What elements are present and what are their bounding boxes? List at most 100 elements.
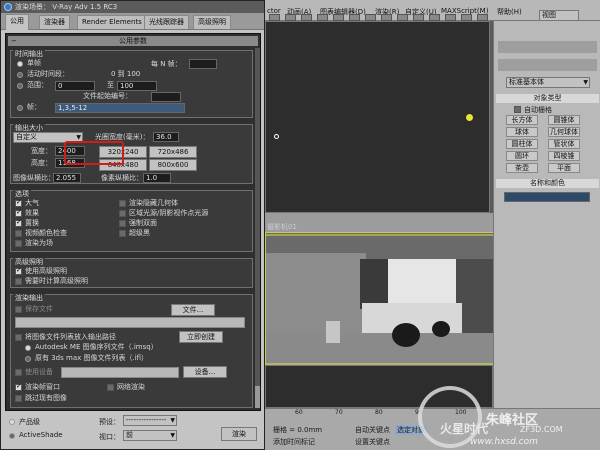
compute-adv-lighting-checkbox[interactable] bbox=[15, 278, 22, 285]
torus-button[interactable]: 圆环 bbox=[506, 151, 538, 161]
object-type-title[interactable]: 对象类型 bbox=[496, 94, 599, 103]
area-lights-checkbox[interactable] bbox=[119, 210, 126, 217]
super-black-checkbox[interactable] bbox=[119, 230, 126, 237]
create-now-button[interactable]: 立即创建 bbox=[179, 331, 223, 343]
video-check-checkbox[interactable] bbox=[15, 230, 22, 237]
tab-renderer[interactable]: 渲染器 bbox=[39, 15, 70, 29]
rollout-header[interactable]: − 公用参数 bbox=[8, 36, 258, 46]
watermark-url: ZF3D.COM bbox=[520, 425, 563, 434]
geosphere-button[interactable]: 几何球体 bbox=[548, 127, 580, 137]
toolbar-icon[interactable] bbox=[445, 14, 456, 21]
active-segment-radio[interactable] bbox=[17, 72, 23, 78]
aperture-field[interactable]: 36.0 bbox=[153, 132, 179, 142]
frames-radio[interactable] bbox=[17, 105, 23, 111]
preset-dropdown[interactable]: ---------------- ▼ bbox=[123, 415, 177, 426]
viewport-dropdown[interactable]: 前 ▼ bbox=[123, 430, 177, 441]
save-file-label: 保存文件 bbox=[25, 305, 53, 313]
range-to-field[interactable]: 100 bbox=[117, 81, 157, 91]
add-time-tag-label[interactable]: 添加时间标记 bbox=[273, 437, 315, 447]
atmosphere-checkbox[interactable] bbox=[15, 198, 22, 207]
camera-viewport[interactable] bbox=[265, 232, 494, 366]
single-frame-radio[interactable] bbox=[17, 61, 23, 67]
image-aspect-field[interactable]: 2.055 bbox=[53, 173, 81, 183]
displacement-checkbox[interactable] bbox=[15, 218, 22, 227]
time-output-group: 时间输出 单帧 每 N 帧： 活动时间段： 0 到 100 范围： 0 至 10… bbox=[10, 50, 253, 118]
range-from-field[interactable]: 0 bbox=[55, 81, 95, 91]
toolbar-icon[interactable] bbox=[477, 14, 488, 21]
name-color-title[interactable]: 名称和颜色 bbox=[496, 179, 599, 188]
toolbar-icon[interactable] bbox=[461, 14, 472, 21]
auto-grid-checkbox[interactable] bbox=[514, 106, 521, 113]
scrollbar[interactable] bbox=[255, 48, 260, 408]
plane-button[interactable]: 平面 bbox=[548, 163, 580, 173]
skip-existing-checkbox[interactable] bbox=[15, 395, 22, 402]
activeshade-radio[interactable] bbox=[9, 433, 15, 439]
legacy-ifl-radio[interactable] bbox=[25, 356, 31, 362]
tab-raytracer[interactable]: 光线跟踪器 bbox=[144, 15, 189, 29]
object-name-field[interactable] bbox=[504, 192, 590, 202]
sphere-button[interactable]: 球体 bbox=[506, 127, 538, 137]
top-viewport[interactable] bbox=[265, 21, 490, 213]
range-radio[interactable] bbox=[17, 83, 23, 89]
toolbar-icon[interactable] bbox=[429, 14, 440, 21]
render-hidden-checkbox[interactable] bbox=[119, 200, 126, 207]
create-category-icons[interactable] bbox=[498, 59, 597, 71]
options-title: 选项 bbox=[13, 190, 31, 198]
box-button[interactable]: 长方体 bbox=[506, 115, 538, 125]
toolbar-icon[interactable] bbox=[301, 14, 312, 21]
image-aspect-label: 图像纵横比： bbox=[13, 174, 55, 182]
files-button[interactable]: 文件... bbox=[171, 304, 215, 316]
set-key-button[interactable]: 设置关键点 bbox=[355, 437, 390, 447]
preset-720x486-button[interactable]: 720x486 bbox=[149, 146, 197, 158]
output-path-field[interactable] bbox=[15, 317, 245, 328]
teapot-button[interactable]: 茶壶 bbox=[506, 163, 538, 173]
cylinder-button[interactable]: 圆柱体 bbox=[506, 139, 538, 149]
render-scene-dialog: 渲染场景： V-Ray Adv 1.5 RC3 公用 渲染器 Render El… bbox=[0, 0, 265, 450]
width-height-highlight bbox=[64, 141, 124, 165]
viewport-label: 视口： bbox=[99, 433, 120, 441]
tab-advanced-lighting[interactable]: 高级照明 bbox=[193, 15, 231, 29]
toolbar-icon[interactable] bbox=[285, 14, 296, 21]
autodesk-me-radio[interactable] bbox=[25, 345, 31, 351]
command-tabs[interactable] bbox=[498, 41, 597, 53]
production-radio[interactable] bbox=[9, 419, 15, 425]
scrollbar-thumb[interactable] bbox=[255, 386, 260, 408]
toolbar-icon[interactable] bbox=[317, 14, 328, 21]
preset-800x600-button[interactable]: 800x600 bbox=[149, 159, 197, 171]
devices-button[interactable]: 设备... bbox=[183, 366, 227, 378]
toolbar-icon[interactable] bbox=[413, 14, 424, 21]
toolbar-icon[interactable] bbox=[381, 14, 392, 21]
auto-key-button[interactable]: 自动关键点 bbox=[355, 425, 390, 435]
view-dropdown[interactable]: 视图 bbox=[539, 10, 579, 21]
toolbar-icon[interactable] bbox=[333, 14, 344, 21]
net-render-checkbox[interactable] bbox=[107, 384, 114, 391]
primitive-type-dropdown[interactable]: 标准基本体 ▼ bbox=[506, 77, 590, 88]
render-fields-checkbox[interactable] bbox=[15, 240, 22, 247]
primitive-type-value: 标准基本体 bbox=[509, 78, 544, 86]
frames-field[interactable]: 1,3,5-12 bbox=[55, 103, 185, 113]
pyramid-button[interactable]: 四棱锥 bbox=[548, 151, 580, 161]
use-device-checkbox[interactable] bbox=[15, 369, 22, 376]
every-n-field[interactable] bbox=[189, 59, 217, 69]
save-file-checkbox[interactable] bbox=[15, 306, 22, 313]
use-adv-lighting-checkbox[interactable] bbox=[15, 266, 22, 275]
render-button[interactable]: 渲染 bbox=[221, 427, 257, 441]
menu-help[interactable]: 帮助(H) bbox=[497, 7, 522, 17]
force-2sided-checkbox[interactable] bbox=[119, 220, 126, 227]
toolbar-icon[interactable] bbox=[349, 14, 360, 21]
toolbar-icon[interactable] bbox=[397, 14, 408, 21]
device-field[interactable] bbox=[61, 367, 179, 378]
frame-window-checkbox[interactable] bbox=[15, 382, 22, 391]
file-start-field[interactable] bbox=[151, 92, 181, 102]
toolbar-icon[interactable] bbox=[365, 14, 376, 21]
grid-size-label: 栅格 = 0.0mm bbox=[273, 426, 323, 434]
cone-button[interactable]: 圆锥体 bbox=[548, 115, 580, 125]
pixel-aspect-field[interactable]: 1.0 bbox=[143, 173, 171, 183]
effects-checkbox[interactable] bbox=[15, 208, 22, 217]
tube-button[interactable]: 管状体 bbox=[548, 139, 580, 149]
tab-render-elements[interactable]: Render Elements bbox=[77, 15, 147, 29]
pixel-aspect-label: 像素纵横比： bbox=[101, 174, 143, 182]
tab-common[interactable]: 公用 bbox=[5, 14, 29, 30]
put-sequence-checkbox[interactable] bbox=[15, 334, 22, 341]
toolbar-icon[interactable] bbox=[269, 14, 280, 21]
